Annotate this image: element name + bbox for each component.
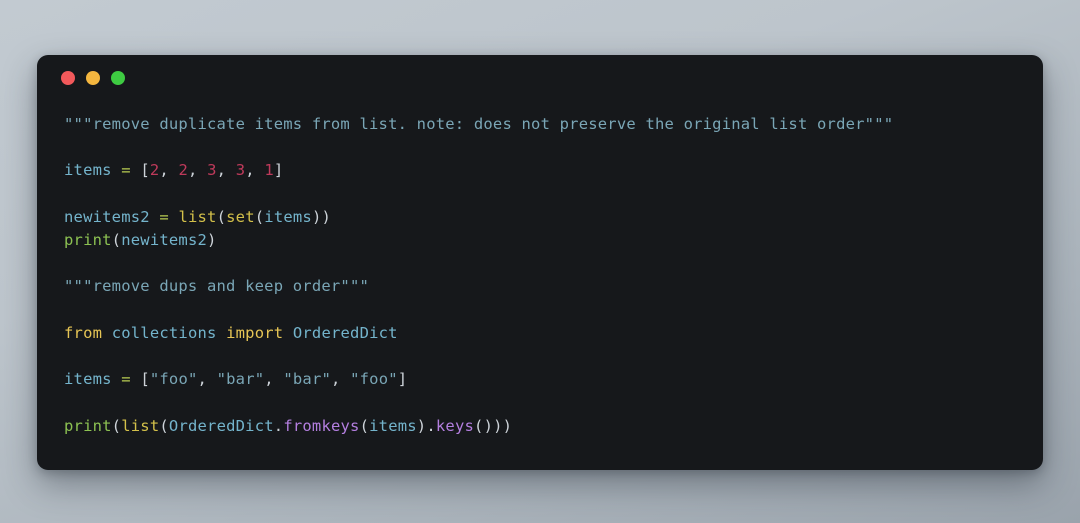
code-token: "foo"	[350, 370, 398, 389]
code-token: OrderedDict	[292, 323, 398, 342]
code-token: =	[121, 161, 131, 180]
code-token: ,	[159, 161, 179, 180]
code-token: items	[264, 207, 312, 226]
code-token: ]	[273, 161, 284, 180]
code-token: ,	[245, 161, 265, 180]
code-token: (	[359, 416, 370, 435]
minimize-window-button[interactable]	[86, 71, 100, 85]
code-line: """remove duplicate items from list. not…	[64, 113, 1017, 136]
code-token: "bar"	[216, 370, 265, 389]
code-token: .	[426, 416, 436, 435]
code-token: ,	[188, 161, 208, 180]
code-token: 2	[178, 161, 189, 180]
code-token: print	[64, 416, 112, 435]
code-line: print(list(OrderedDict.fromkeys(items).k…	[64, 415, 1017, 438]
code-token: items	[369, 416, 417, 435]
code-token: )	[207, 230, 217, 249]
code-token: [	[140, 161, 150, 180]
code-token: ,	[216, 161, 236, 180]
code-token: keys	[435, 416, 475, 435]
window-titlebar	[37, 55, 1043, 101]
code-token: 3	[235, 161, 246, 180]
code-line: """remove dups and keep order"""	[64, 275, 1017, 298]
code-snippet-window: """remove duplicate items from list. not…	[37, 55, 1043, 470]
code-token: "foo"	[149, 370, 198, 389]
code-line: from collections import OrderedDict	[64, 322, 1017, 345]
code-line: items = [2, 2, 3, 3, 1]	[64, 159, 1017, 182]
screenshot-stage: """remove duplicate items from list. not…	[0, 0, 1080, 523]
code-token: =	[159, 207, 169, 226]
code-token: )	[416, 416, 427, 435]
code-token: (	[216, 207, 227, 226]
code-token: 1	[264, 161, 274, 180]
code-token: (	[111, 416, 122, 435]
code-token: newitems2	[121, 230, 208, 249]
code-token: """remove dups and keep order"""	[64, 277, 370, 296]
code-token: =	[121, 370, 131, 389]
maximize-window-button[interactable]	[111, 71, 125, 85]
code-token: 3	[207, 161, 217, 180]
code-token: (	[111, 230, 122, 249]
code-token: items	[64, 370, 112, 389]
code-token: (	[159, 416, 169, 435]
code-token: "bar"	[283, 370, 332, 389]
code-line: items = ["foo", "bar", "bar", "foo"]	[64, 368, 1017, 391]
code-line: print(newitems2)	[64, 229, 1017, 252]
code-token: ,	[331, 370, 351, 389]
code-token: (	[254, 207, 265, 226]
code-token: [	[140, 370, 150, 389]
code-token: """remove duplicate items from list. not…	[64, 115, 894, 133]
code-token: list	[121, 416, 160, 435]
code-token: set	[226, 207, 255, 226]
code-token: collections	[111, 323, 217, 342]
code-token: ,	[264, 370, 284, 389]
code-line: newitems2 = list(set(items))	[64, 206, 1017, 229]
code-token: list	[178, 207, 217, 226]
code-token: ))	[311, 207, 332, 226]
code-token: ]	[397, 370, 408, 389]
code-token: OrderedDict	[168, 416, 274, 435]
code-editor-area[interactable]: """remove duplicate items from list. not…	[37, 101, 1043, 470]
code-token: from	[64, 323, 103, 342]
code-token: ,	[197, 370, 217, 389]
code-token: fromkeys	[283, 416, 360, 435]
code-token: 2	[149, 161, 160, 180]
close-window-button[interactable]	[61, 71, 75, 85]
code-token: .	[273, 416, 284, 435]
code-token: newitems2	[64, 207, 150, 226]
code-token: print	[64, 230, 112, 249]
code-token: import	[226, 323, 284, 342]
code-token: items	[64, 161, 112, 180]
code-token: ()))	[474, 416, 513, 435]
